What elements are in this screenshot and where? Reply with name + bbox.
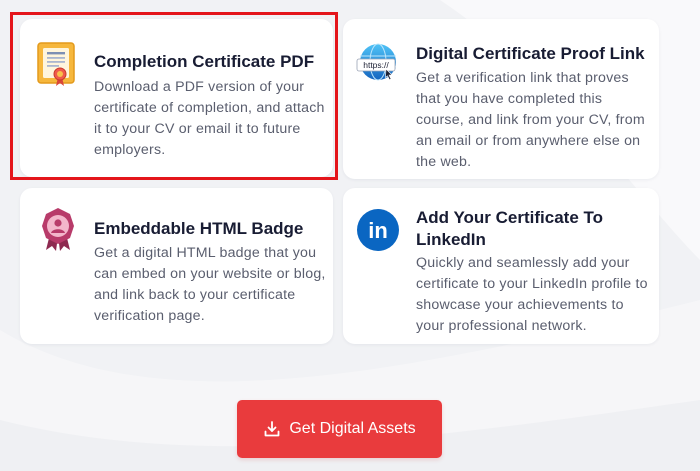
linkedin-icon: in [357,209,399,251]
linkedin-icon-text: in [368,218,388,243]
card-link-title: Digital Certificate Proof Link [416,44,645,63]
globe-link-icon: https:// [356,43,396,81]
globe-link-icon-text: https:// [363,60,389,70]
download-icon [264,421,280,437]
card-pdf-title: Completion Certificate PDF [94,52,315,71]
card-badge-description: Get a digital HTML badge that you can em… [94,245,326,324]
get-digital-assets-label: Get Digital Assets [289,420,416,437]
card-link-description: Get a verification link that proves that… [416,70,645,170]
card-badge-title: Embeddable HTML Badge [94,219,304,238]
card-linkedin-title: Add Your Certificate To LinkedIn [416,208,604,249]
card-pdf-description: Download a PDF version of your certifica… [94,79,325,158]
get-digital-assets-button[interactable]: Get Digital Assets [237,400,442,458]
card-linkedin-description: Quickly and seamlessly add your certific… [416,255,648,334]
certificate-document-icon [37,42,75,86]
badge-icon [42,208,74,251]
